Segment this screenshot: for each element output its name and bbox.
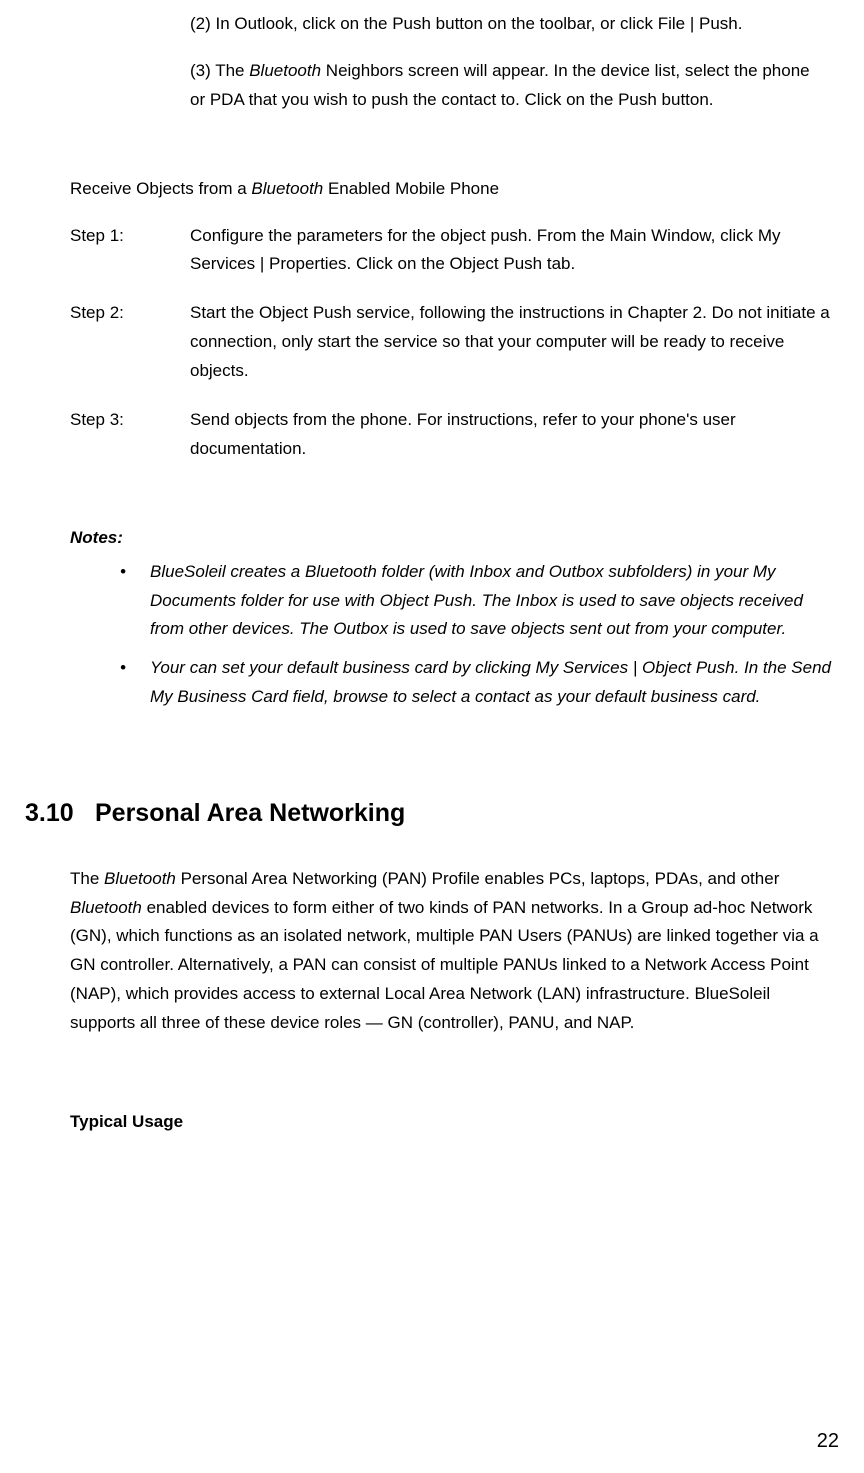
step-label: Step 2: [70, 299, 190, 386]
chapter-heading: 3.10Personal Area Networking [25, 792, 844, 835]
step-body: Configure the parameters for the object … [190, 222, 834, 280]
step-label: Step 3: [70, 406, 190, 464]
pan-seg3: enabled devices to form either of two ki… [70, 898, 819, 1033]
notes-list: BlueSoleil creates a Bluetooth folder (w… [120, 558, 834, 712]
step-row: Step 3: Send objects from the phone. For… [70, 406, 834, 464]
step-body: Send objects from the phone. For instruc… [190, 406, 834, 464]
typical-usage-heading: Typical Usage [70, 1108, 844, 1137]
sub-item-3: (3) The Bluetooth Neighbors screen will … [190, 57, 824, 115]
receive-heading-suffix: Enabled Mobile Phone [323, 179, 499, 198]
pan-paragraph: The Bluetooth Personal Area Networking (… [70, 865, 829, 1038]
receive-heading: Receive Objects from a Bluetooth Enabled… [70, 175, 824, 204]
notes-block: Notes: BlueSoleil creates a Bluetooth fo… [70, 524, 834, 712]
pan-seg1: The [70, 869, 104, 888]
notes-item: Your can set your default business card … [120, 654, 834, 712]
pan-italic-1: Bluetooth [104, 869, 176, 888]
sub-item-3-italic: Bluetooth [249, 61, 321, 80]
step-row: Step 1: Configure the parameters for the… [70, 222, 834, 280]
notes-item: BlueSoleil creates a Bluetooth folder (w… [120, 558, 834, 645]
pan-seg2: Personal Area Networking (PAN) Profile e… [176, 869, 779, 888]
chapter-number: 3.10 [25, 792, 95, 835]
receive-heading-italic: Bluetooth [251, 179, 323, 198]
receive-heading-prefix: Receive Objects from a [70, 179, 251, 198]
step-label: Step 1: [70, 222, 190, 280]
sub-item-3-prefix: (3) The [190, 61, 249, 80]
step-row: Step 2: Start the Object Push service, f… [70, 299, 834, 386]
chapter-title: Personal Area Networking [95, 799, 405, 827]
sub-item-2: (2) In Outlook, click on the Push button… [190, 10, 824, 39]
notes-title: Notes: [70, 524, 834, 553]
page-number: 22 [817, 1424, 839, 1458]
step-body: Start the Object Push service, following… [190, 299, 834, 386]
pan-italic-2: Bluetooth [70, 898, 142, 917]
